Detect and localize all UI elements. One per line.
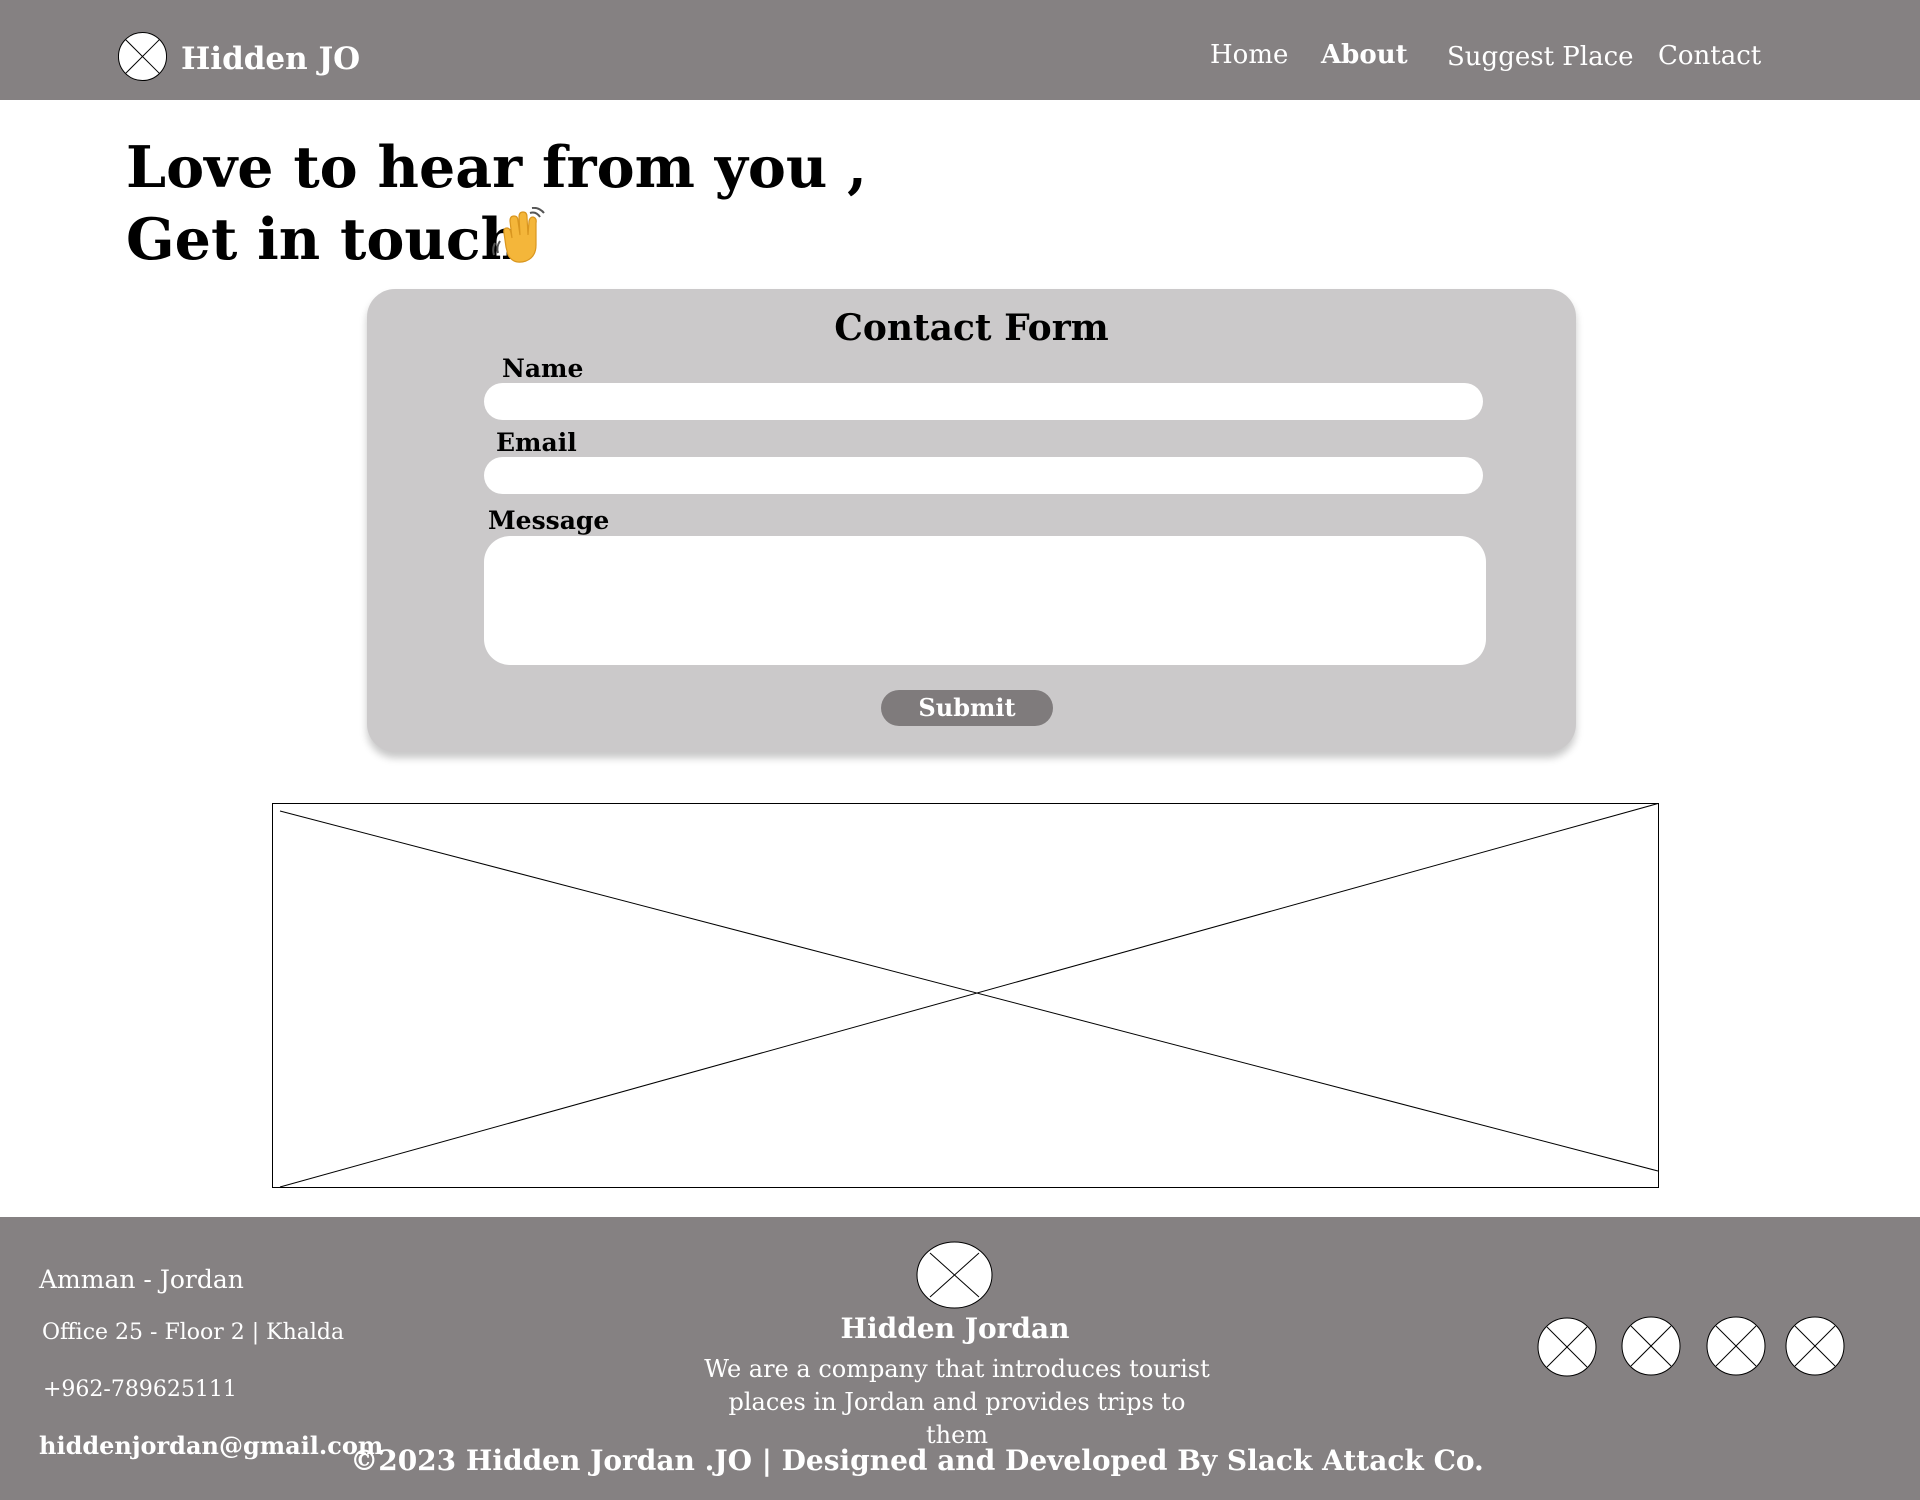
waving-hand-icon (492, 207, 545, 263)
email-input[interactable] (484, 457, 1483, 494)
contact-form-title: Contact Form (834, 307, 1109, 349)
name-input[interactable] (484, 383, 1483, 420)
logo-placeholder-icon[interactable] (117, 31, 168, 82)
brand-name[interactable]: Hidden JO (181, 41, 360, 77)
email-label: Email (496, 428, 577, 457)
nav-about[interactable]: About (1321, 40, 1408, 70)
message-label: Message (488, 506, 610, 535)
nav-home[interactable]: Home (1210, 40, 1288, 70)
footer-city: Amman - Jordan (39, 1265, 244, 1294)
name-label: Name (502, 354, 584, 383)
message-textarea[interactable] (484, 536, 1486, 665)
submit-button[interactable]: Submit (881, 690, 1053, 726)
nav-contact[interactable]: Contact (1658, 41, 1761, 71)
footer-description-text: We are a company that introduces tourist… (704, 1355, 1210, 1449)
social-icon-2[interactable] (1621, 1316, 1681, 1376)
image-placeholder (272, 803, 1659, 1188)
contact-form-card: Contact Form Name Email Message Submit (367, 289, 1576, 752)
footer-logo-placeholder-icon (916, 1241, 993, 1309)
social-icon-1[interactable] (1537, 1317, 1597, 1377)
footer-copyright: ©2023 Hidden Jordan .JO | Designed and D… (350, 1444, 1484, 1477)
site-footer: Amman - Jordan Office 25 - Floor 2 | Kha… (0, 1217, 1920, 1500)
nav-suggest-place[interactable]: Suggest Place (1447, 42, 1634, 72)
social-icon-4[interactable] (1785, 1316, 1845, 1376)
site-header: Hidden JO Home About Suggest Place Conta… (0, 0, 1920, 100)
social-icon-3[interactable] (1706, 1316, 1766, 1376)
heading-line-1: Love to hear from you , (126, 134, 868, 201)
